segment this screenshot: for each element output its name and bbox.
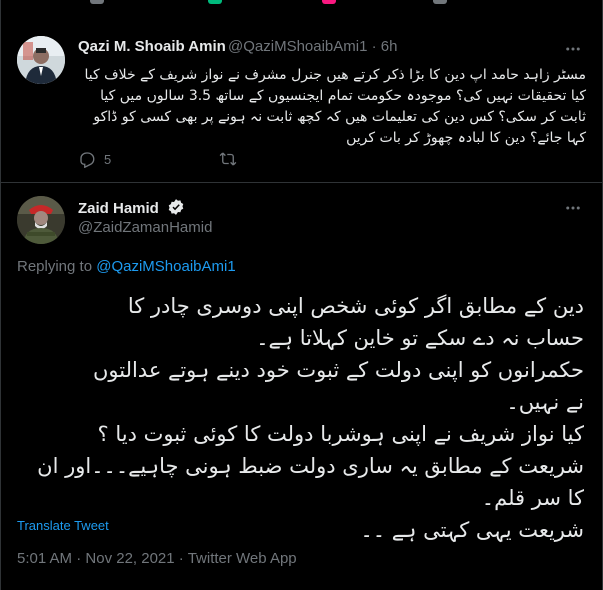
tweet-text-line: کیا نواز شریف نے اپنی ہوشربا دولت کا کوئ… <box>97 422 585 446</box>
left-border <box>0 0 1 590</box>
tweet-divider <box>0 182 603 183</box>
main-author-handle[interactable]: @ZaidZamanHamid <box>78 219 212 236</box>
reply-author-handle[interactable]: @QaziMShoaibAmi1 · 6h <box>228 38 397 55</box>
reply-time: 6h <box>380 38 398 55</box>
meta-separator: · <box>76 550 82 567</box>
reply-icon <box>80 152 95 168</box>
reply-count: 5 <box>104 151 112 167</box>
retweet-button[interactable] <box>218 150 238 168</box>
reply-author-name[interactable]: Qazi M. Shoaib Amin <box>78 38 226 55</box>
tweet-time[interactable]: 5:01 AM <box>17 550 72 567</box>
previous-tweet-actions-remnant <box>0 0 603 20</box>
meta-separator: · <box>178 550 184 567</box>
avatar-qazi[interactable] <box>17 36 65 84</box>
tweet-text-line: شریعت کے مطابق یہ ساری دولت ضبط ہونی چاہ… <box>37 454 584 478</box>
replying-to-handle[interactable]: @QaziMShoaibAmi1 <box>96 258 235 275</box>
reply-icon[interactable] <box>90 0 104 4</box>
main-author-name[interactable]: Zaid Hamid <box>78 198 185 217</box>
retweet-icon[interactable] <box>208 0 222 4</box>
tweet-text-line: دین کے مطابق اگر کوئی شخص اپنی دوسری چاد… <box>127 294 584 318</box>
translate-tweet-link[interactable]: Translate Tweet <box>17 518 109 533</box>
tweet-source[interactable]: Twitter Web App <box>188 550 297 567</box>
tweet-text-line: نے نہیں۔ <box>506 390 584 414</box>
avatar-zaid[interactable] <box>17 196 65 244</box>
reply-tweet-text: مسٹر زاہد حامد اپ دین کا بڑا ذکر کرتے ھی… <box>84 67 586 146</box>
more-icon[interactable] <box>564 199 582 217</box>
reply-button[interactable]: 5 <box>78 150 111 168</box>
tweet-thread-page: Qazi M. Shoaib Amin @QaziMShoaibAmi1 · 6… <box>0 0 603 590</box>
replying-to: Replying to @QaziMShoaibAmi1 <box>17 258 236 275</box>
like-icon[interactable] <box>322 0 336 4</box>
main-tweet-text: دین کے مطابق اگر کوئی شخص اپنی دوسری چاد… <box>30 290 584 546</box>
tweet-metadata: 5:01 AM · Nov 22, 2021 · Twitter Web App <box>17 550 297 567</box>
verified-badge-icon <box>168 199 184 215</box>
more-icon[interactable] <box>564 40 582 58</box>
tweet-text-line: حساب نہ دے سکے تو خاین کہلاتا ہے۔ <box>256 326 584 350</box>
tweet-text-line: کا سر قلم۔ <box>481 486 584 510</box>
tweet-text-line: حکمرانوں کو اپنی دولت کے ثبوت خود دینے ہ… <box>92 358 584 382</box>
retweet-icon <box>219 152 237 166</box>
share-icon[interactable] <box>433 0 447 4</box>
tweet-date[interactable]: Nov 22, 2021 <box>85 550 174 567</box>
tweet-text-line: شریعت یہی کہتی ہے ۔۔ <box>360 518 585 542</box>
